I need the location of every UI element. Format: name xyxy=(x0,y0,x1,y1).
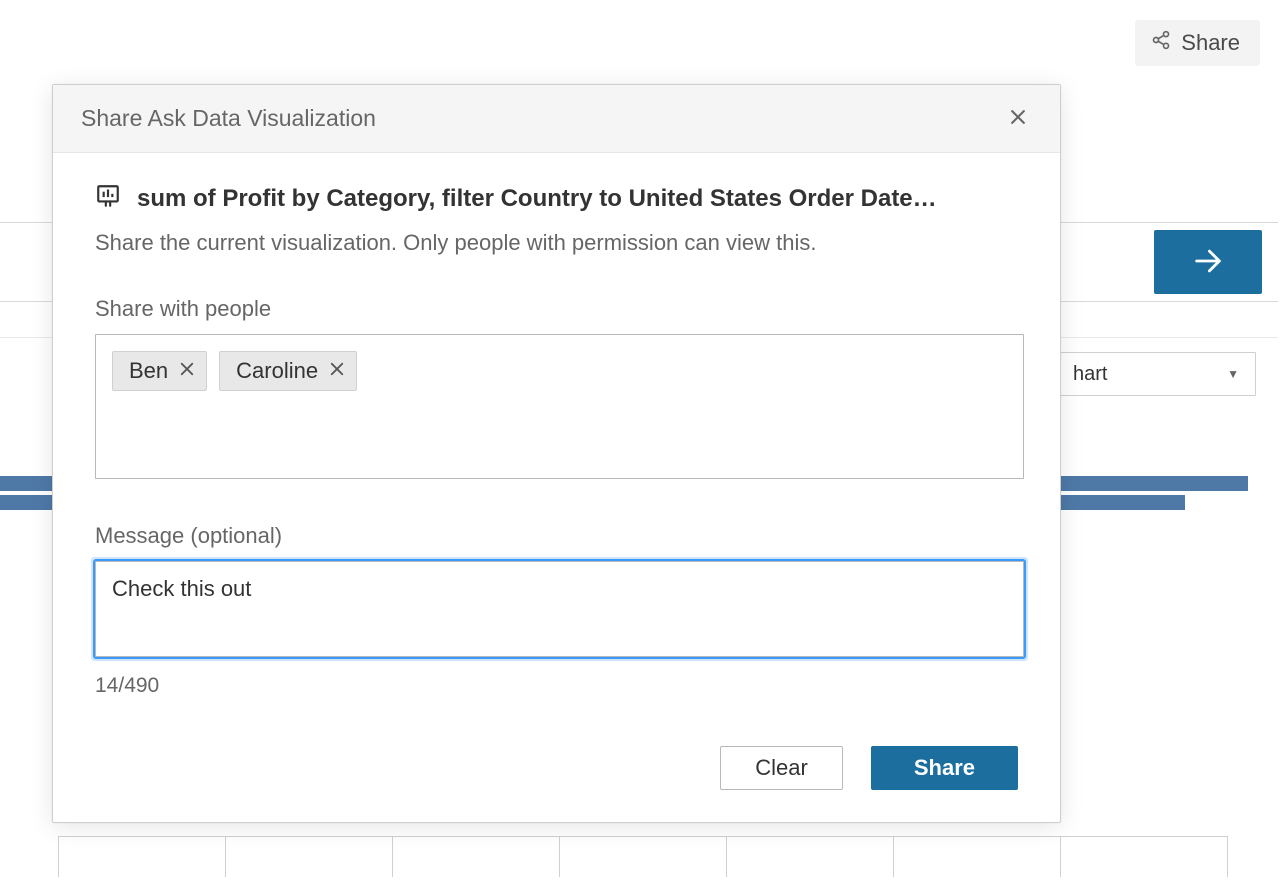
modal-header: Share Ask Data Visualization xyxy=(53,85,1060,153)
remove-person-button[interactable] xyxy=(178,358,196,384)
share-helper-text: Share the current visualization. Only pe… xyxy=(95,230,1018,256)
message-field-label: Message (optional) xyxy=(95,523,1018,549)
remove-person-button[interactable] xyxy=(328,358,346,384)
modal-body: sum of Profit by Category, filter Countr… xyxy=(53,153,1060,822)
run-query-button[interactable] xyxy=(1154,230,1262,294)
message-input[interactable] xyxy=(95,561,1024,657)
modal-actions: Clear Share xyxy=(95,746,1018,790)
share-icon xyxy=(1151,30,1171,56)
top-toolbar: Share xyxy=(1135,20,1260,66)
chevron-down-icon: ▼ xyxy=(1227,367,1239,381)
chip-label: Caroline xyxy=(236,358,318,384)
clear-button[interactable]: Clear xyxy=(720,746,843,790)
chart-type-select[interactable]: hart ▼ xyxy=(1056,352,1256,396)
close-button[interactable] xyxy=(1004,103,1032,134)
chart-axis xyxy=(58,836,1228,876)
close-icon xyxy=(328,358,346,384)
people-input[interactable]: Ben Caroline xyxy=(95,334,1024,479)
query-row: sum of Profit by Category, filter Countr… xyxy=(95,183,1018,214)
viz-icon xyxy=(95,183,121,214)
share-modal: Share Ask Data Visualization sum xyxy=(52,84,1061,823)
share-submit-button[interactable]: Share xyxy=(871,746,1018,790)
share-button-label: Share xyxy=(1181,30,1240,56)
share-button[interactable]: Share xyxy=(1135,20,1260,66)
close-icon xyxy=(1008,115,1028,130)
chip-label: Ben xyxy=(129,358,168,384)
arrow-right-icon xyxy=(1191,244,1225,281)
modal-title: Share Ask Data Visualization xyxy=(81,105,376,132)
person-chip: Ben xyxy=(112,351,207,391)
person-chip: Caroline xyxy=(219,351,357,391)
people-field-label: Share with people xyxy=(95,296,1018,322)
char-count: 14/490 xyxy=(95,674,1018,698)
chart-type-value: hart xyxy=(1073,363,1107,386)
query-text: sum of Profit by Category, filter Countr… xyxy=(137,185,937,213)
close-icon xyxy=(178,358,196,384)
